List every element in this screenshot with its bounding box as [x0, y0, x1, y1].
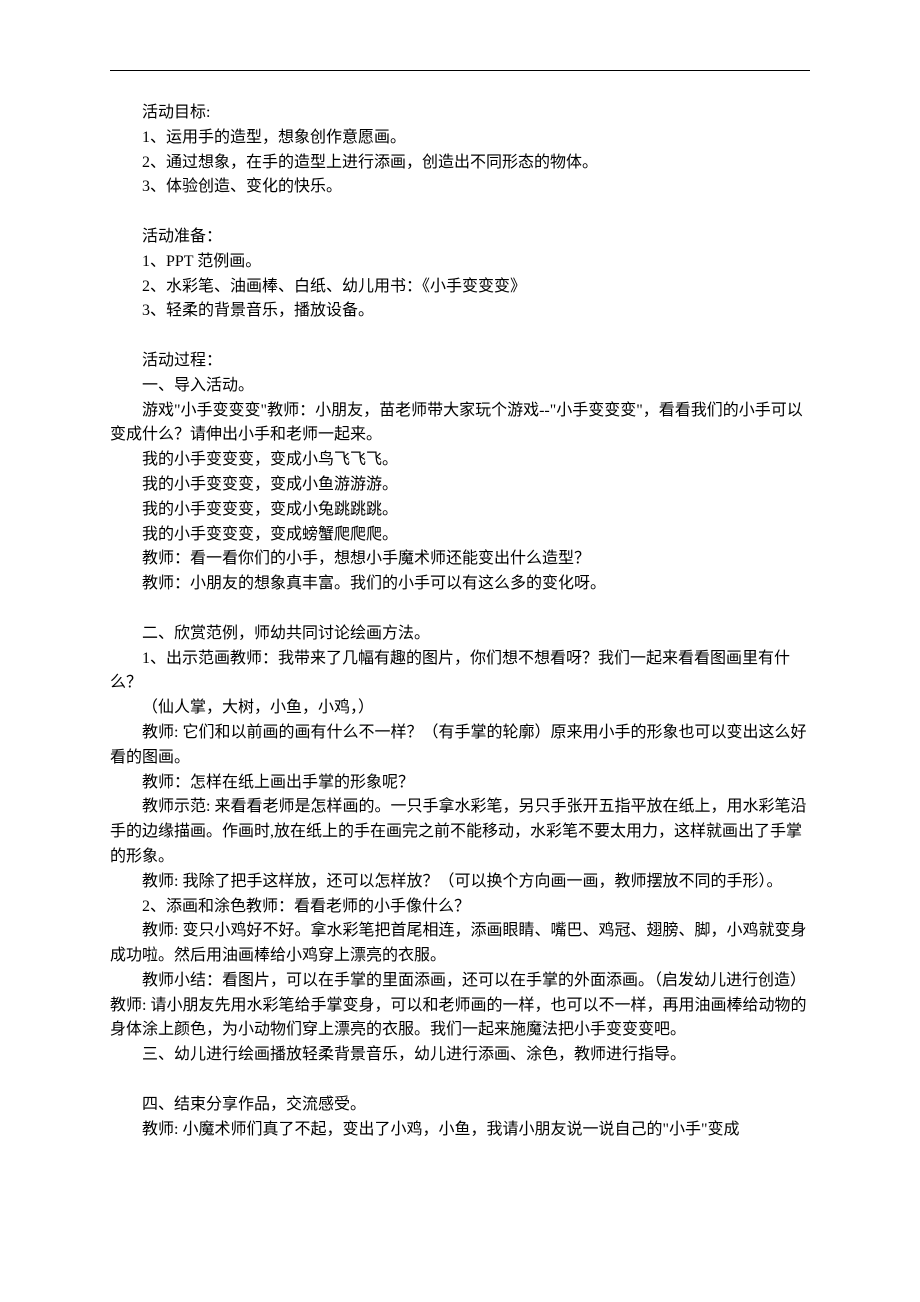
section-1-p3: 教师：小朋友的想象真丰富。我们的小手可以有这么多的变化呀。 — [110, 572, 810, 597]
chant-1: 我的小手变变变，变成小鸟飞飞飞。 — [110, 448, 810, 473]
section-2-p2: （仙人掌，大树，小鱼，小鸡，） — [110, 696, 810, 721]
section-1-p1: 游戏"小手变变变"教师：小朋友，苗老师带大家玩个游戏--"小手变变变"，看看我们… — [110, 399, 810, 449]
goals-item-2: 2、通过想象，在手的造型上进行添画，创造出不同形态的物体。 — [110, 151, 810, 176]
prep-item-2: 2、水彩笔、油画棒、白纸、幼儿用书：《小手变变变》 — [110, 275, 810, 300]
section-4-p1: 教师: 小魔术师们真了不起，变出了小鸡，小鱼，我请小朋友说一说自己的"小手"变成 — [110, 1118, 810, 1143]
section-1-p2: 教师：看一看你们的小手，想想小手魔术师还能变出什么造型？ — [110, 547, 810, 572]
section-2-title: 二、欣赏范例，师幼共同讨论绘画方法。 — [110, 622, 810, 647]
blank-line — [110, 597, 810, 622]
proc-title: 活动过程： — [110, 349, 810, 374]
section-2-p1: 1、出示范画教师：我带来了几幅有趣的图片，你们想不想看呀？我们一起来看看图画里有… — [110, 647, 810, 697]
chant-3: 我的小手变变变，变成小兔跳跳跳。 — [110, 498, 810, 523]
prep-item-3: 3、轻柔的背景音乐，播放设备。 — [110, 299, 810, 324]
section-2-p9: 教师小结：看图片，可以在手掌的里面添画，还可以在手掌的外面添画。（启发幼儿进行创… — [110, 969, 810, 1043]
prep-item-1: 1、PPT 范例画。 — [110, 250, 810, 275]
chant-4: 我的小手变变变，变成螃蟹爬爬爬。 — [110, 523, 810, 548]
page-rule — [110, 70, 810, 71]
section-3: 三、幼儿进行绘画播放轻柔背景音乐，幼儿进行添画、涂色，教师进行指导。 — [110, 1043, 810, 1068]
blank-line — [110, 1068, 810, 1093]
section-4-title: 四、结束分享作品，交流感受。 — [110, 1093, 810, 1118]
section-2-p8: 教师: 变只小鸡好不好。拿水彩笔把首尾相连，添画眼睛、嘴巴、鸡冠、翅膀、脚，小鸡… — [110, 919, 810, 969]
goals-item-3: 3、体验创造、变化的快乐。 — [110, 175, 810, 200]
section-2-p5: 教师示范: 来看看老师是怎样画的。一只手拿水彩笔，另只手张开五指平放在纸上，用水… — [110, 795, 810, 869]
section-2-p7: 2、添画和涂色教师：看看老师的小手像什么？ — [110, 895, 810, 920]
section-1-title: 一、导入活动。 — [110, 374, 810, 399]
blank-line — [110, 324, 810, 349]
section-2-p6: 教师: 我除了把手这样放，还可以怎样放？（可以换个方向画一画，教师摆放不同的手形… — [110, 870, 810, 895]
prep-title: 活动准备： — [110, 225, 810, 250]
section-2-p3: 教师: 它们和以前画的画有什么不一样？（有手掌的轮廓）原来用小手的形象也可以变出… — [110, 721, 810, 771]
document-page: 活动目标: 1、运用手的造型，想象创作意愿画。 2、通过想象，在手的造型上进行添… — [0, 0, 920, 1202]
section-2-p4: 教师：怎样在纸上画出手掌的形象呢？ — [110, 771, 810, 796]
chant-2: 我的小手变变变，变成小鱼游游游。 — [110, 473, 810, 498]
goals-title: 活动目标: — [110, 101, 810, 126]
blank-line — [110, 200, 810, 225]
goals-item-1: 1、运用手的造型，想象创作意愿画。 — [110, 126, 810, 151]
